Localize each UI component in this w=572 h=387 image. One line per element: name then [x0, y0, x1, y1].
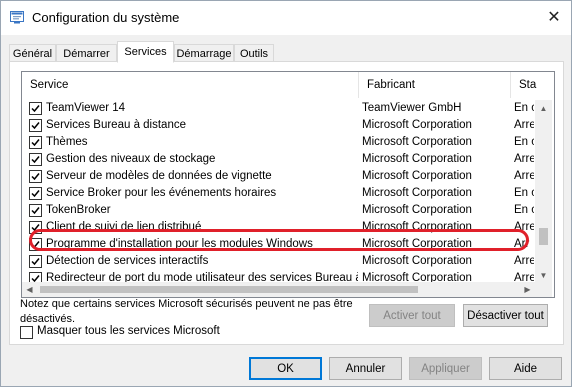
service-name: Client de suivi de lien distribué [46, 221, 202, 233]
checkmark-icon [31, 258, 40, 266]
service-manufacturer: Microsoft Corporation [362, 221, 472, 233]
table-row[interactable]: Détection de services interactifs Micros… [22, 253, 534, 270]
service-checkbox[interactable] [29, 136, 42, 149]
scroll-up-icon[interactable]: ▲ [535, 100, 552, 117]
service-name: Serveur de modèles de données de vignett… [46, 170, 272, 182]
tab-demarrage[interactable]: Démarrage [174, 44, 234, 62]
service-name: Gestion des niveaux de stockage [46, 153, 216, 165]
table-row[interactable]: Services Bureau à distance Microsoft Cor… [22, 117, 534, 134]
enable-all-button[interactable]: Activer tout [369, 304, 455, 327]
checkmark-icon [31, 207, 40, 215]
list-rows: TeamViewer 14 TeamViewer GmbH En c Servi… [22, 100, 534, 284]
apply-button[interactable]: Appliquer [409, 357, 482, 380]
notice-text: Notez que certains services Microsoft sé… [20, 298, 353, 325]
service-checkbox[interactable] [29, 119, 42, 132]
column-header-fabricant[interactable]: Fabricant [359, 72, 510, 98]
service-status: En c [514, 102, 534, 114]
service-name: Services Bureau à distance [46, 119, 186, 131]
hide-microsoft-services-checkbox[interactable] [20, 326, 33, 339]
service-name: Détection de services interactifs [46, 255, 209, 267]
table-row[interactable]: Serveur de modèles de données de vignett… [22, 168, 534, 185]
checkmark-icon [31, 190, 40, 198]
checkmark-icon [31, 122, 40, 130]
service-checkbox[interactable] [29, 187, 42, 200]
msconfig-icon [10, 11, 24, 24]
column-header-service[interactable]: Service [22, 72, 358, 98]
tab-outils[interactable]: Outils [234, 44, 274, 62]
close-icon: ✕ [547, 9, 561, 26]
service-name: TeamViewer 14 [46, 102, 126, 114]
service-manufacturer: Microsoft Corporation [362, 187, 472, 199]
checkmark-icon [31, 173, 40, 181]
service-status: En c [514, 204, 534, 216]
close-button[interactable]: ✕ [537, 1, 571, 33]
service-manufacturer: Microsoft Corporation [362, 136, 472, 148]
service-name: Service Broker pour les événements horai… [46, 187, 277, 199]
checkmark-icon [31, 139, 40, 147]
title-bar: Configuration du système ✕ [1, 1, 571, 35]
cancel-button[interactable]: Annuler [329, 357, 402, 380]
hide-microsoft-services-label: Masquer tous les services Microsoft [37, 325, 220, 337]
list-header: Service Fabricant Sta [22, 72, 554, 98]
checkmark-icon [31, 105, 40, 113]
service-checkbox[interactable] [29, 153, 42, 166]
tab-services[interactable]: Services [117, 41, 174, 63]
service-status: Arre [514, 221, 534, 233]
table-row[interactable]: TokenBroker Microsoft Corporation En c [22, 202, 534, 219]
service-manufacturer: Microsoft Corporation [362, 119, 472, 131]
services-list[interactable]: Service Fabricant Sta TeamViewer 14 Team… [21, 71, 555, 298]
service-name: Thèmes [46, 136, 88, 148]
window-title: Configuration du système [32, 10, 180, 25]
ok-button[interactable]: OK [249, 357, 322, 380]
service-checkbox[interactable] [29, 204, 42, 217]
service-status: Arre [514, 119, 534, 131]
table-row[interactable]: Service Broker pour les événements horai… [22, 185, 534, 202]
service-manufacturer: Microsoft Corporation [362, 204, 472, 216]
service-checkbox[interactable] [29, 221, 42, 234]
service-manufacturer: Microsoft Corporation [362, 255, 472, 267]
service-name: TokenBroker [46, 204, 111, 216]
service-manufacturer: Microsoft Corporation [362, 238, 472, 250]
service-checkbox[interactable] [29, 102, 42, 115]
service-checkbox[interactable] [29, 238, 42, 251]
table-row[interactable]: Gestion des niveaux de stockage Microsof… [22, 151, 534, 168]
column-header-statut[interactable]: Sta [511, 72, 554, 98]
help-button[interactable]: Aide [489, 357, 562, 380]
service-status: En c [514, 187, 534, 199]
table-row[interactable]: Thèmes Microsoft Corporation En c [22, 134, 534, 151]
system-configuration-dialog: Configuration du système ✕ Général Démar… [0, 0, 572, 387]
checkmark-icon [31, 156, 40, 164]
vertical-scroll-thumb[interactable] [539, 228, 548, 245]
tab-general[interactable]: Général [9, 44, 56, 62]
disable-all-button[interactable]: Désactiver tout [463, 304, 548, 327]
service-status: En c [514, 136, 534, 148]
service-status: Arre [514, 170, 534, 182]
vertical-scrollbar[interactable]: ▲ ▼ [535, 100, 552, 284]
scroll-right-icon[interactable]: ▶ [520, 282, 535, 297]
table-row[interactable]: Client de suivi de lien distribué Micros… [22, 219, 534, 236]
service-manufacturer: Microsoft Corporation [362, 170, 472, 182]
service-status: Arr [514, 238, 530, 250]
checkmark-icon [31, 241, 40, 249]
service-status: Arre [514, 255, 534, 267]
horizontal-scrollbar[interactable]: ◀ ▶ [22, 282, 552, 297]
horizontal-scroll-thumb[interactable] [40, 286, 418, 293]
service-manufacturer: Microsoft Corporation [362, 153, 472, 165]
service-checkbox[interactable] [29, 255, 42, 268]
checkmark-icon [31, 224, 40, 232]
service-status: Arre [514, 153, 534, 165]
scroll-left-icon[interactable]: ◀ [22, 282, 37, 297]
service-manufacturer: TeamViewer GmbH [362, 102, 462, 114]
table-row[interactable]: Programme d'installation pour les module… [22, 236, 534, 253]
tab-demarrer[interactable]: Démarrer [56, 44, 117, 62]
table-row[interactable]: TeamViewer 14 TeamViewer GmbH En c [22, 100, 534, 117]
service-checkbox[interactable] [29, 170, 42, 183]
service-name: Programme d'installation pour les module… [46, 238, 313, 250]
